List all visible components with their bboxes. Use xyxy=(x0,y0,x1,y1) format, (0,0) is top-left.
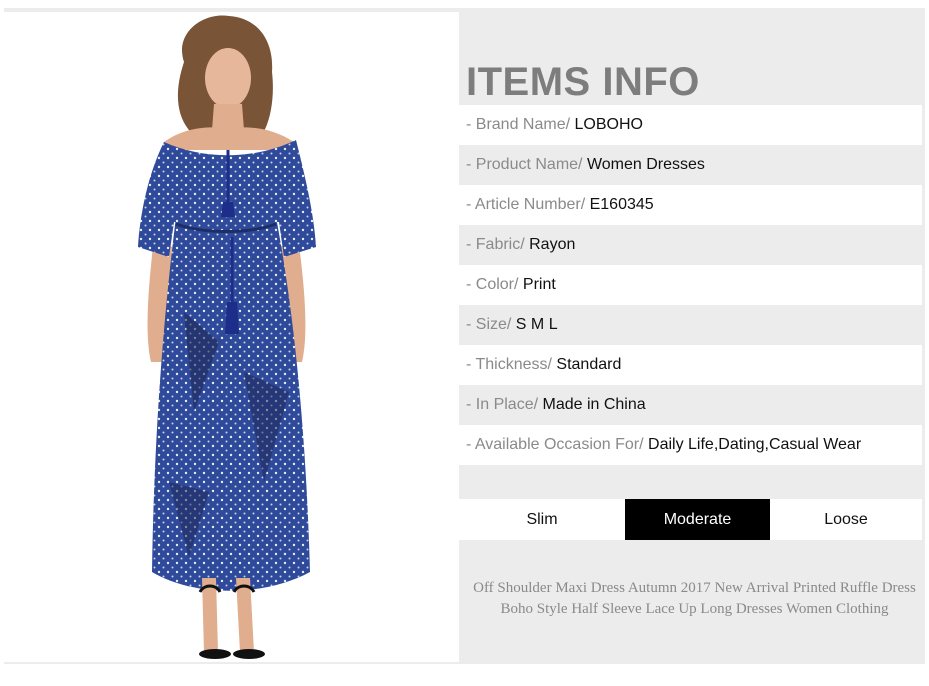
info-row-fabric: - Fabric/ Rayon xyxy=(459,225,922,265)
info-row-in-place: - In Place/ Made in China xyxy=(459,385,922,425)
info-value: Print xyxy=(522,276,556,293)
info-row-color: - Color/ Print xyxy=(459,265,922,305)
items-info-panel: ITEMS INFO - Brand Name/ LOBOHO - Produc… xyxy=(459,12,922,662)
description-line-1: Off Shoulder Maxi Dress Autumn 2017 New … xyxy=(473,580,916,596)
fit-selector: Slim Moderate Loose xyxy=(459,499,922,540)
info-value: S M L xyxy=(515,316,558,333)
info-label: - Available Occasion For/ xyxy=(466,436,644,453)
info-row-brand-name: - Brand Name/ LOBOHO xyxy=(459,105,922,145)
fit-option-slim[interactable]: Slim xyxy=(459,499,625,540)
fit-option-loose[interactable]: Loose xyxy=(770,499,922,540)
info-label: - Fabric/ xyxy=(466,236,525,253)
info-value: Made in China xyxy=(542,396,646,413)
info-row-available-occasion: - Available Occasion For/ Daily Life,Dat… xyxy=(459,425,922,465)
info-label: - Article Number/ xyxy=(466,196,586,213)
product-photo xyxy=(138,15,316,659)
items-info-list: - Brand Name/ LOBOHO - Product Name/ Wom… xyxy=(459,105,922,465)
info-label: - Product Name/ xyxy=(466,156,583,173)
info-value: Standard xyxy=(556,356,622,373)
fit-option-moderate[interactable]: Moderate xyxy=(625,499,770,540)
info-row-thickness: - Thickness/ Standard xyxy=(459,345,922,385)
product-photo-panel xyxy=(4,12,459,662)
info-value: Rayon xyxy=(529,236,576,253)
info-label: - Thickness/ xyxy=(466,356,552,373)
info-row-size: - Size/ S M L xyxy=(459,305,922,345)
info-value: Women Dresses xyxy=(586,156,705,173)
info-value: Daily Life,Dating,Casual Wear xyxy=(648,436,862,453)
description-line-2: Boho Style Half Sleeve Lace Up Long Dres… xyxy=(500,601,889,617)
info-label: - Size/ xyxy=(466,316,512,333)
info-label: - In Place/ xyxy=(466,396,539,413)
info-row-article-number: - Article Number/ E160345 xyxy=(459,185,922,225)
info-value: LOBOHO xyxy=(574,116,643,133)
info-label: - Brand Name/ xyxy=(466,116,571,133)
info-label: - Color/ xyxy=(466,276,519,293)
info-row-product-name: - Product Name/ Women Dresses xyxy=(459,145,922,185)
info-value: E160345 xyxy=(589,196,654,213)
items-info-title: ITEMS INFO xyxy=(466,60,700,104)
product-description: Off Shoulder Maxi Dress Autumn 2017 New … xyxy=(463,578,926,620)
